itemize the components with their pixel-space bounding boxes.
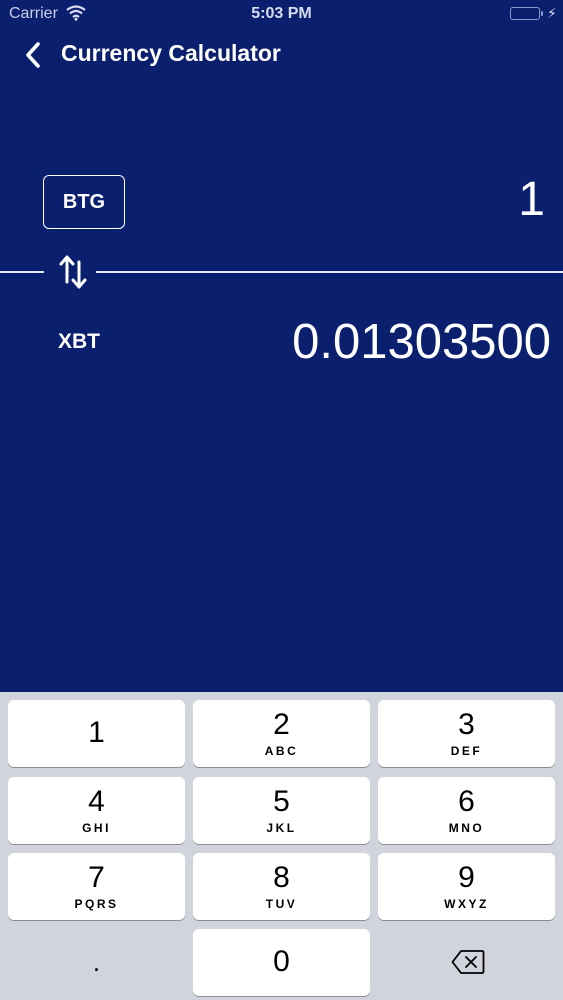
key-letters: JKL bbox=[266, 821, 297, 835]
battery-icon bbox=[510, 7, 540, 20]
key-digit: 2 bbox=[273, 708, 290, 741]
page-title: Currency Calculator bbox=[61, 40, 281, 66]
key-digit: 0 bbox=[273, 945, 290, 978]
battery-nub bbox=[541, 11, 543, 16]
key-0[interactable]: 0 bbox=[193, 929, 370, 996]
key-4[interactable]: 4 GHI bbox=[8, 777, 185, 844]
key-letters: ABC bbox=[264, 744, 299, 758]
key-3[interactable]: 3 DEF bbox=[378, 700, 555, 767]
key-delete[interactable] bbox=[378, 929, 555, 996]
backspace-icon bbox=[451, 949, 485, 980]
navigation-bar: Currency Calculator bbox=[0, 30, 563, 80]
from-currency-button[interactable]: BTG bbox=[43, 175, 125, 229]
key-letters: PQRS bbox=[74, 897, 119, 911]
key-8[interactable]: 8 TUV bbox=[193, 853, 370, 920]
to-amount: 0.01303500 bbox=[292, 315, 551, 369]
swap-button[interactable] bbox=[55, 252, 91, 292]
key-decimal[interactable]: . bbox=[8, 929, 185, 996]
key-6[interactable]: 6 MNO bbox=[378, 777, 555, 844]
key-9[interactable]: 9 WXYZ bbox=[378, 853, 555, 920]
key-letters: WXYZ bbox=[444, 897, 489, 911]
from-amount[interactable]: 1 bbox=[518, 172, 545, 227]
key-letters: DEF bbox=[450, 744, 483, 758]
chevron-left-icon bbox=[26, 42, 40, 68]
divider bbox=[96, 271, 563, 273]
key-digit: 7 bbox=[88, 861, 105, 894]
key-7[interactable]: 7 PQRS bbox=[8, 853, 185, 920]
key-letters: MNO bbox=[448, 821, 485, 835]
key-5[interactable]: 5 JKL bbox=[193, 777, 370, 844]
key-digit: 5 bbox=[273, 785, 290, 818]
charging-bolt-icon: ⚡ bbox=[547, 5, 557, 21]
back-button[interactable] bbox=[18, 38, 52, 72]
to-currency-button[interactable]: XBT bbox=[58, 330, 100, 354]
key-digit: 1 bbox=[88, 716, 105, 749]
key-2[interactable]: 2 ABC bbox=[193, 700, 370, 767]
key-digit: 3 bbox=[458, 708, 475, 741]
status-bar: Carrier 5:03 PM ⚡ bbox=[0, 0, 563, 30]
key-letters: TUV bbox=[265, 897, 298, 911]
swap-arrows-icon bbox=[59, 255, 87, 289]
numeric-keypad: 1 2 ABC 3 DEF 4 GHI 5 JKL 6 MNO 7 PQRS 8… bbox=[0, 692, 563, 1000]
status-time: 5:03 PM bbox=[251, 5, 312, 22]
decimal-label: . bbox=[92, 947, 101, 977]
key-letters: GHI bbox=[82, 821, 111, 835]
key-digit: 6 bbox=[458, 785, 475, 818]
key-1[interactable]: 1 bbox=[8, 700, 185, 767]
key-digit: 9 bbox=[458, 861, 475, 894]
key-digit: 8 bbox=[273, 861, 290, 894]
key-digit: 4 bbox=[88, 785, 105, 818]
divider bbox=[0, 271, 44, 273]
